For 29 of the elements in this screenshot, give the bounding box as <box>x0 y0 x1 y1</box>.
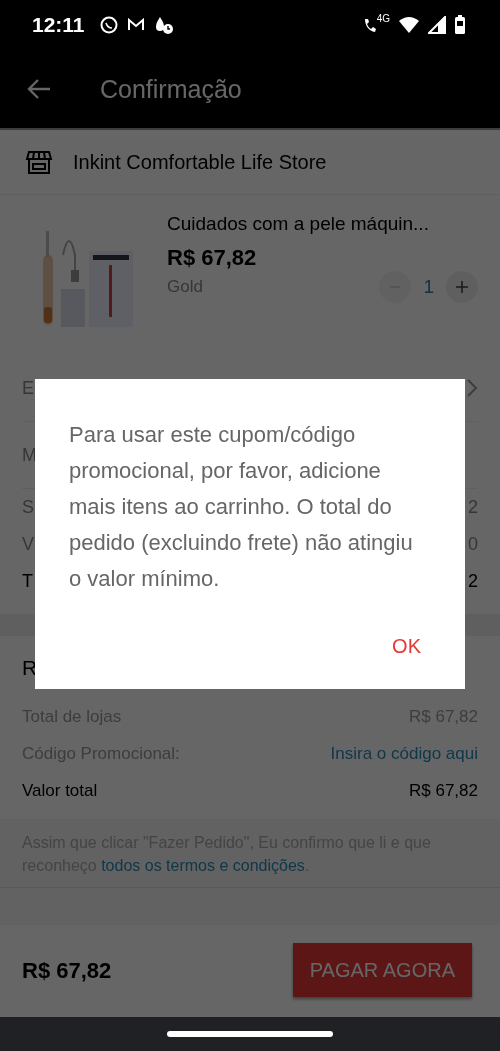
quantity-value: 1 <box>423 276 434 298</box>
store-name[interactable]: Inkint Comfortable Life Store <box>73 150 327 174</box>
signal-icon <box>428 16 446 34</box>
product-name: Cuidados com a pele máquin... <box>167 213 430 235</box>
store-icon <box>25 148 53 176</box>
battery-icon <box>454 15 466 35</box>
summary-value: R$ 67,82 <box>409 780 478 801</box>
page-title: Confirmação <box>100 74 242 104</box>
wifi-icon <box>398 16 420 34</box>
chevron-right-icon[interactable] <box>466 378 478 398</box>
home-indicator[interactable] <box>167 1030 333 1037</box>
summary-label: Valor total <box>22 780 98 801</box>
status-time: 12:11 <box>32 13 85 37</box>
footer-total: R$ 67,82 <box>22 958 112 984</box>
ok-button[interactable]: OK <box>380 627 433 666</box>
row-value: 2 <box>468 571 478 592</box>
plus-icon[interactable] <box>446 271 478 303</box>
back-arrow-icon[interactable] <box>26 78 52 100</box>
row-label: T <box>22 571 33 592</box>
section-title: R <box>22 656 38 680</box>
promo-code-link[interactable]: Insira o código aqui <box>330 743 478 764</box>
pay-now-button[interactable]: PAGAR AGORA <box>292 943 472 997</box>
mail-icon <box>126 18 145 32</box>
chat-bubble-icon <box>98 15 119 35</box>
network-label: 4G <box>376 13 390 24</box>
phone-icon <box>362 16 377 34</box>
terms-link[interactable]: todos os termos e condições <box>101 857 305 874</box>
dialog-message: Para usar este cupom/código promocional, por favor, adicione mais itens ao carrinho. O total do pedido (excluindo frete) não atingiu o valor mínimo. <box>69 421 414 593</box>
product-price: R$ 67,82 <box>167 245 258 271</box>
